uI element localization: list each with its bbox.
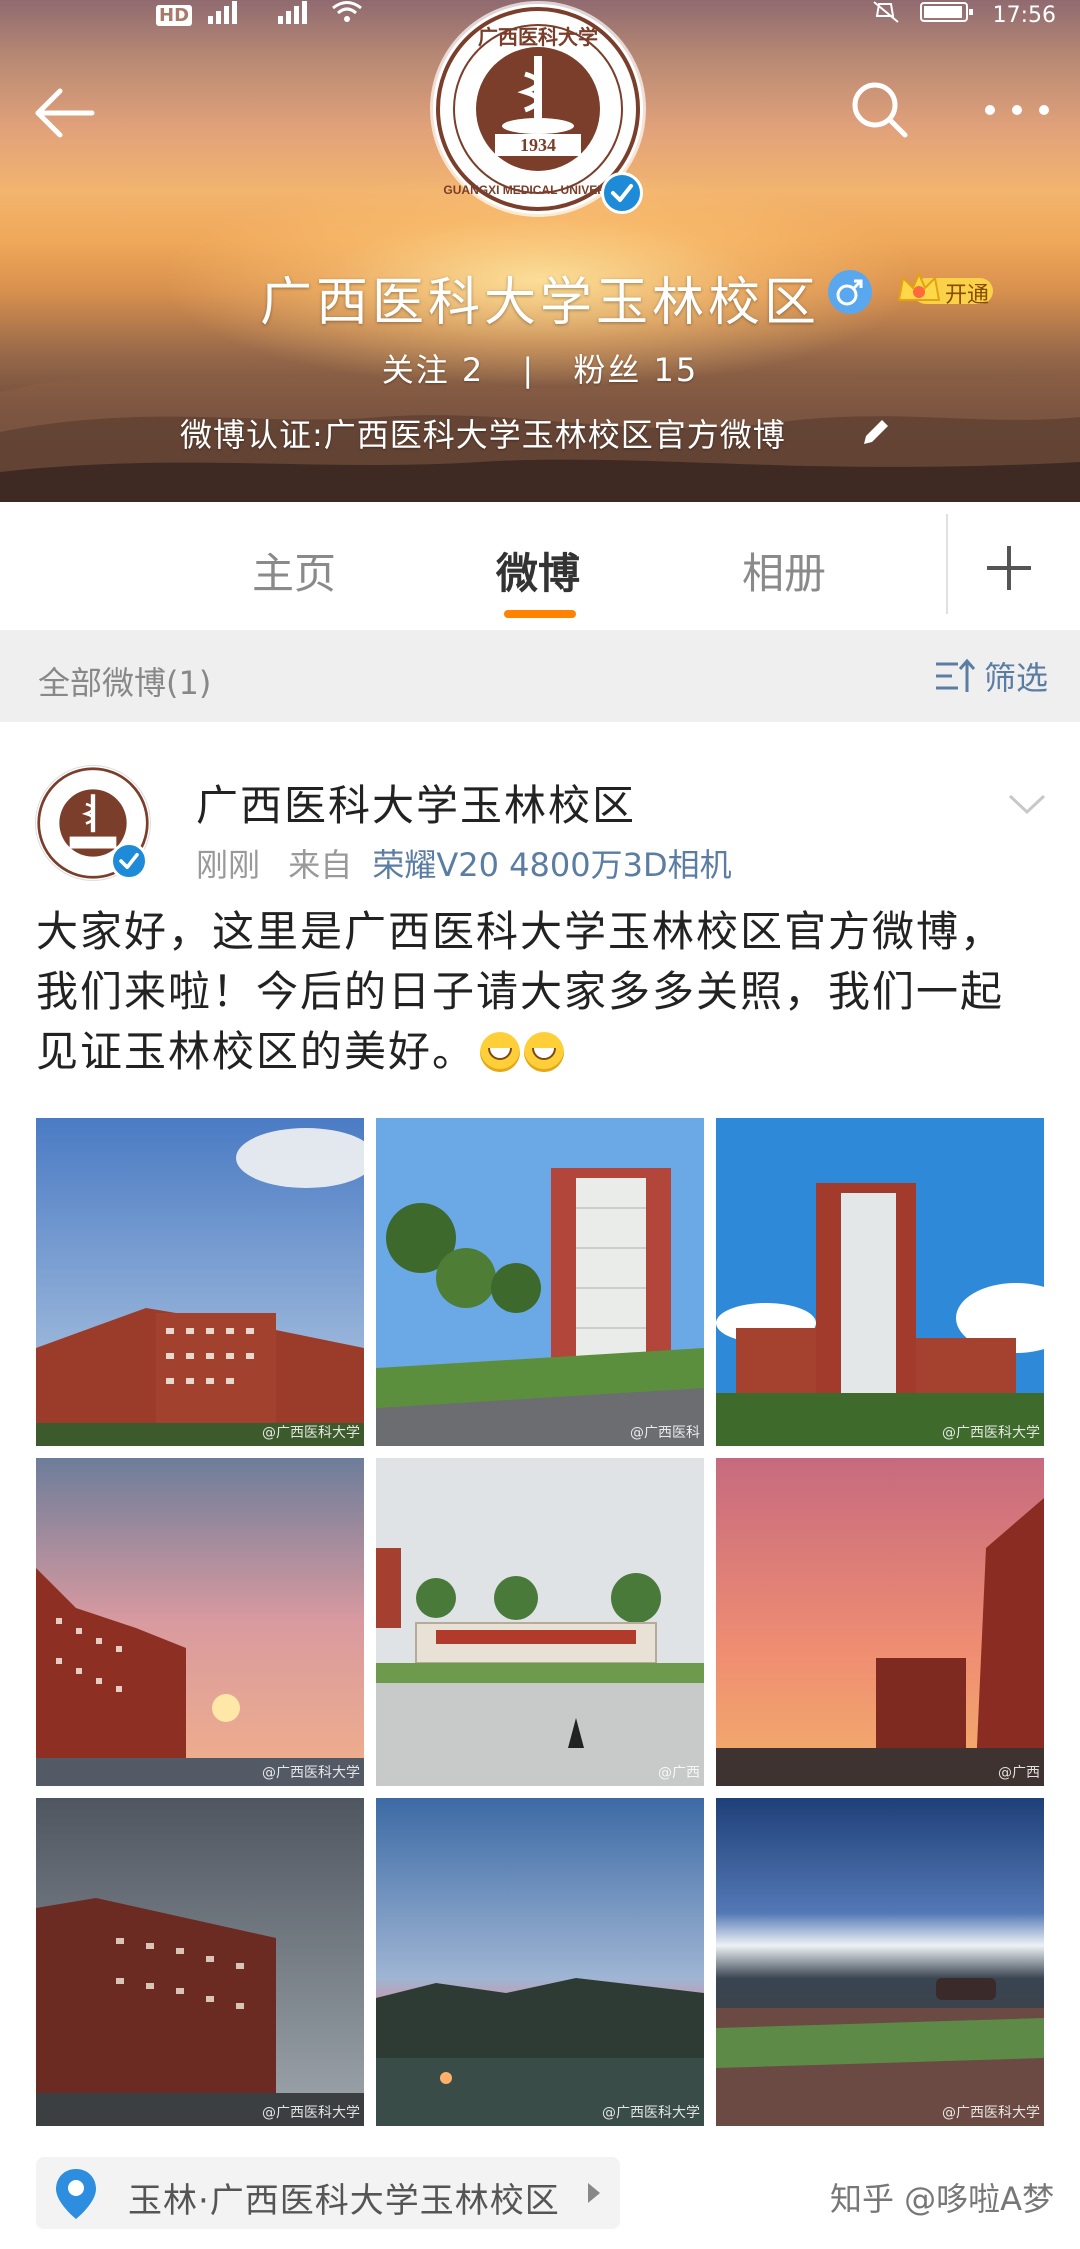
photo-9[interactable]: @广西医科大学 xyxy=(716,1798,1044,2126)
verified-badge-icon xyxy=(601,172,643,214)
svg-text:1934: 1934 xyxy=(520,135,556,155)
location-tag[interactable]: 玉林·广西医科大学玉林校区 xyxy=(36,2157,620,2229)
profile-header: HD 17:56 1934 广西医科大学 GUANGXI MEDICAL UNI… xyxy=(0,0,1080,502)
post-author-name[interactable]: 广西医科大学玉林校区 xyxy=(196,772,636,833)
filter-icon xyxy=(936,658,976,692)
filter-label: 筛选 xyxy=(984,659,1049,697)
grin-emoji-icon xyxy=(524,1032,565,1072)
clock: 17:56 xyxy=(992,2,1056,28)
photo-watermark: @广西 xyxy=(658,1765,700,1781)
signal-icon-2 xyxy=(276,0,316,30)
edit-pencil-icon[interactable] xyxy=(858,414,894,450)
filter-button[interactable]: 筛选 xyxy=(932,652,1048,700)
hd-label: HD xyxy=(156,4,193,26)
tab-album[interactable]: 相册 xyxy=(742,540,826,601)
profile-name-text: 广西医科大学玉林校区 xyxy=(259,273,820,333)
post-text: 大家好，这里是广西医科大学玉林校区官方微博，我们来啦！今后的日子请大家多多关照，… xyxy=(36,902,1046,1082)
zhihu-watermark: 知乎 @哆啦A梦 xyxy=(830,2180,1055,2218)
follow-count[interactable]: 关注 2 xyxy=(382,351,485,389)
more-button[interactable] xyxy=(972,75,1062,145)
back-arrow-icon xyxy=(35,88,95,138)
stats-separator: | xyxy=(522,351,536,389)
post-meta: 刚刚 来自 荣耀V20 4800万3D相机 xyxy=(196,840,732,886)
chevron-right-icon xyxy=(584,2179,604,2207)
tab-divider xyxy=(946,514,948,614)
chevron-down-icon xyxy=(1008,794,1046,815)
photo-watermark: @广西医科大学 xyxy=(942,2105,1040,2121)
photo-watermark: @广西医科大学 xyxy=(942,1425,1040,1441)
photo-1[interactable]: @广西医科大学 xyxy=(36,1118,364,1446)
all-posts-count: 全部微博(1) xyxy=(38,664,212,702)
mute-icon xyxy=(871,0,901,30)
verification-text: 微博认证:广西医科大学玉林校区官方微博 xyxy=(180,416,786,454)
back-button[interactable] xyxy=(30,78,100,148)
post-source[interactable]: 荣耀V20 4800万3D相机 xyxy=(372,846,731,884)
tab-home[interactable]: 主页 xyxy=(252,540,336,601)
photo-watermark: @广西医科大学 xyxy=(602,2105,700,2121)
tab-weibo[interactable]: 微博 xyxy=(496,540,580,601)
active-tab-indicator xyxy=(504,610,576,618)
add-tab-button[interactable] xyxy=(966,528,1052,608)
svg-text:广西医科大学: 广西医科大学 xyxy=(478,25,598,49)
more-dots-icon xyxy=(985,105,1049,115)
vip-open-label: 开通 xyxy=(945,283,990,308)
grin-emoji-icon xyxy=(480,1032,521,1072)
photo-watermark: @广西医科大学 xyxy=(262,1765,360,1781)
photo-4[interactable]: @广西医科大学 xyxy=(36,1458,364,1786)
location-text: 玉林·广西医科大学玉林校区 xyxy=(128,2181,560,2221)
signal-icon xyxy=(206,0,262,30)
photo-8[interactable]: @广西医科大学 xyxy=(376,1798,704,2126)
photo-watermark: @广西医科大学 xyxy=(262,2105,360,2121)
male-gender-icon xyxy=(828,270,872,314)
photo-grid: @广西医科大学 @广西医科 @广西医科大学 @广西医科大学 @广西 @广西 @广… xyxy=(36,1118,1044,2126)
wifi-icon xyxy=(330,0,364,30)
photo-6[interactable]: @广西 xyxy=(716,1458,1044,1786)
photo-watermark: @广西医科 xyxy=(630,1425,700,1441)
photo-watermark: @广西医科大学 xyxy=(262,1425,360,1441)
post-menu-button[interactable] xyxy=(1004,784,1050,824)
photo-2[interactable]: @广西医科 xyxy=(376,1118,704,1446)
search-button[interactable] xyxy=(845,75,915,145)
post-card: 广西医科大学玉林校区 刚刚 来自 荣耀V20 4800万3D相机 大家好，这里是… xyxy=(0,722,1080,2249)
photo-watermark: @广西 xyxy=(998,1765,1040,1781)
search-icon xyxy=(852,82,908,138)
plus-icon xyxy=(987,546,1031,590)
filter-bar: 全部微博(1) 筛选 xyxy=(0,630,1080,722)
fans-count[interactable]: 粉丝 15 xyxy=(573,351,698,389)
post-body: 大家好，这里是广西医科大学玉林校区官方微博，我们来啦！今后的日子请大家多多关照，… xyxy=(36,907,1005,1076)
location-pin-icon xyxy=(50,2165,102,2223)
photo-3[interactable]: @广西医科大学 xyxy=(716,1118,1044,1446)
photo-5[interactable]: @广西 xyxy=(376,1458,704,1786)
post-from-label: 来自 xyxy=(288,846,353,884)
profile-tabs: 主页 微博 相册 xyxy=(0,502,1080,630)
vip-open-button[interactable]: 开通 xyxy=(895,270,995,310)
photo-7[interactable]: @广西医科大学 xyxy=(36,1798,364,2126)
battery-icon xyxy=(919,0,975,30)
verified-badge-icon xyxy=(110,842,148,880)
post-time: 刚刚 xyxy=(196,846,261,884)
follow-stats: 关注 2 | 粉丝 15 xyxy=(0,345,1080,391)
